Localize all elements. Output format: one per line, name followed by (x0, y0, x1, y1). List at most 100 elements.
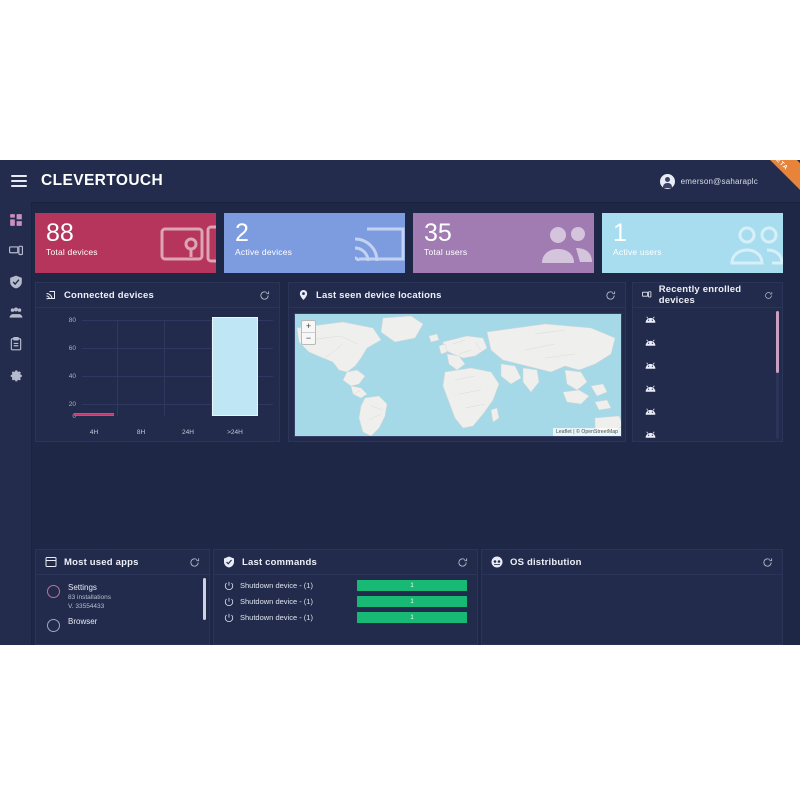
panel-title: Last commands (242, 556, 317, 568)
scrollbar-thumb[interactable] (203, 578, 206, 620)
shield-check-icon (224, 556, 234, 568)
sidebar-item-devices[interactable] (8, 244, 23, 258)
panel-header: Last seen device locations (289, 283, 625, 308)
list-item[interactable] (633, 423, 782, 442)
stat-cards-row: 88 Total devices 2 Active devices 35 Tot… (35, 213, 783, 273)
user-email-label: emerson@saharaplc (680, 176, 758, 186)
sidebar (0, 202, 32, 645)
refresh-icon[interactable] (259, 290, 270, 301)
command-progress-bar: 1 (357, 580, 467, 591)
list-item[interactable] (633, 354, 782, 377)
x-tick-4h: 4H (89, 429, 99, 436)
sidebar-item-settings[interactable] (9, 368, 23, 382)
list-item[interactable]: Settings 83 installations V. 33554433 (36, 575, 209, 611)
panel-title: Most used apps (64, 556, 139, 568)
map-pin-icon (299, 289, 308, 301)
y-tick-0: 0 (72, 413, 76, 420)
map-zoom-out-button[interactable]: − (302, 333, 315, 344)
refresh-icon[interactable] (189, 557, 200, 568)
command-label: Shutdown device - (1) (240, 581, 313, 590)
panel-header: OS distribution (482, 550, 782, 575)
dashboard-app: CLEVERTOUCH emerson@saharaplc BETA 88 To… (0, 160, 800, 645)
command-count: 1 (410, 614, 414, 621)
table-row[interactable]: Shutdown device - (1) 1 (214, 575, 477, 591)
brand-title: CLEVERTOUCH (41, 172, 164, 189)
refresh-icon[interactable] (605, 290, 616, 301)
stat-card-active-users[interactable]: 1 Active users (602, 213, 783, 273)
leaflet-map[interactable]: + − Leaflet | © OpenStreetMap (294, 313, 622, 437)
command-progress-bar: 1 (357, 612, 467, 623)
sidebar-item-security[interactable] (9, 275, 23, 289)
commands-list: Shutdown device - (1) 1 Shutdown device … (214, 575, 477, 645)
android-icon (645, 316, 656, 323)
world-map-graphic (295, 314, 621, 436)
cast-signal-icon (354, 227, 405, 262)
gridline-v-2 (164, 320, 165, 416)
scrollbar-thumb[interactable] (776, 311, 779, 373)
y-tick-60: 60 (68, 345, 76, 352)
device-locations-panel: Last seen device locations + − Leaflet |… (288, 282, 626, 442)
list-item[interactable] (633, 331, 782, 354)
y-tick-20: 20 (68, 401, 76, 408)
power-icon (224, 613, 234, 622)
list-item[interactable]: Browser (36, 611, 209, 632)
map-attribution[interactable]: Leaflet | © OpenStreetMap (553, 428, 621, 436)
stat-card-active-devices[interactable]: 2 Active devices (224, 213, 405, 273)
bar-4h[interactable] (74, 413, 114, 416)
most-used-apps-panel: Most used apps Settings 83 installations… (35, 549, 210, 645)
android-icon (645, 408, 656, 415)
panel-header: Connected devices (36, 283, 279, 308)
enrolled-device-list[interactable] (633, 308, 782, 442)
panel-title: Connected devices (64, 289, 154, 301)
bar-over-24h[interactable] (212, 316, 258, 416)
settings-app-icon (47, 585, 60, 598)
x-tick-24h: 24H (182, 429, 194, 436)
panel-header: Recently enrolled devices (633, 283, 782, 308)
sidebar-item-users[interactable] (9, 306, 23, 320)
command-count: 1 (410, 582, 414, 589)
os-chart-icon (491, 556, 503, 568)
command-label: Shutdown device - (1) (240, 613, 313, 622)
table-row[interactable]: Shutdown device - (1) 1 (214, 591, 477, 607)
table-row[interactable]: Shutdown device - (1) 1 (214, 607, 477, 623)
apps-window-icon (45, 557, 57, 567)
device-screen-icon (160, 225, 216, 263)
x-tick-over-24h: >24H (227, 429, 243, 436)
panel-title: Last seen device locations (316, 289, 442, 301)
list-item[interactable] (633, 308, 782, 331)
os-distribution-panel: OS distribution (481, 549, 783, 645)
last-commands-panel: Last commands Shutdown device - (1) 1 Sh… (213, 549, 478, 645)
android-icon (645, 362, 656, 369)
sidebar-item-reports[interactable] (9, 337, 23, 351)
hamburger-menu-icon[interactable] (11, 175, 27, 187)
android-icon (645, 339, 656, 346)
panel-title: Recently enrolled devices (658, 284, 742, 306)
command-count: 1 (410, 598, 414, 605)
stat-card-total-devices[interactable]: 88 Total devices (35, 213, 216, 273)
connected-devices-panel: Connected devices 80 60 40 20 0 4H 8H 24… (35, 282, 280, 442)
user-avatar-icon (659, 173, 675, 189)
recently-enrolled-panel: Recently enrolled devices (632, 282, 783, 442)
y-tick-40: 40 (68, 373, 76, 380)
apps-list[interactable]: Settings 83 installations V. 33554433 Br… (36, 575, 209, 645)
stat-card-total-users[interactable]: 35 Total users (413, 213, 594, 273)
list-item[interactable] (633, 400, 782, 423)
map-zoom-controls[interactable]: + − (301, 320, 316, 345)
refresh-icon[interactable] (764, 290, 773, 301)
devices-icon (642, 291, 652, 298)
list-item[interactable] (633, 377, 782, 400)
chart-plot-area: 80 60 40 20 0 4H 8H 24H >24H (36, 308, 281, 442)
os-distribution-body (482, 575, 782, 645)
refresh-icon[interactable] (762, 557, 773, 568)
x-tick-8h: 8H (136, 429, 146, 436)
users-group-icon (542, 227, 592, 263)
map-zoom-in-button[interactable]: + (302, 321, 315, 333)
app-installations: 83 installations (68, 594, 111, 601)
sidebar-item-dashboard[interactable] (9, 213, 23, 227)
android-icon (645, 385, 656, 392)
users-group-icon (730, 226, 783, 265)
refresh-icon[interactable] (457, 557, 468, 568)
user-account-button[interactable]: emerson@saharaplc (659, 173, 758, 189)
command-progress-bar: 1 (357, 596, 467, 607)
command-label: Shutdown device - (1) (240, 597, 313, 606)
